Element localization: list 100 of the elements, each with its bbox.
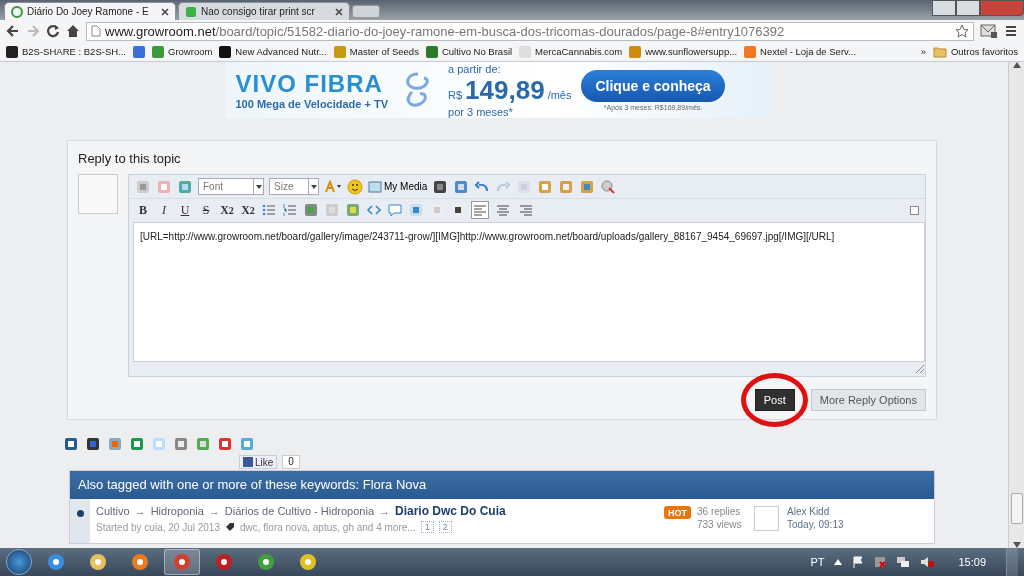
browser-tab[interactable]: Diário Do Joey Ramone - E (4, 2, 176, 20)
app-icon[interactable] (298, 552, 318, 572)
avatar-placeholder (754, 506, 779, 531)
binoculars-icon[interactable] (432, 178, 449, 195)
size-dropdown[interactable]: Size (269, 178, 319, 195)
panel-title: Reply to this topic (78, 151, 182, 166)
quote-icon[interactable] (387, 202, 403, 218)
italic-button[interactable]: I (156, 202, 172, 218)
star-icon[interactable] (955, 24, 969, 38)
folder-icon[interactable] (88, 552, 108, 572)
align-left-button[interactable] (471, 201, 489, 219)
numbered-list-icon[interactable] (282, 202, 298, 218)
home-icon[interactable] (66, 24, 80, 38)
close-icon[interactable] (335, 7, 343, 16)
bookmark[interactable]: Growroom (152, 45, 213, 58)
avatar-placeholder (78, 174, 118, 214)
start-button[interactable] (6, 549, 32, 575)
paste-text-icon[interactable] (558, 178, 575, 195)
minimize-button[interactable] (932, 0, 956, 16)
bookmark[interactable]: B2S-SHARE : B2S-SH... (6, 45, 126, 58)
bookmark[interactable]: Nextel - Loja de Serv... (744, 45, 857, 58)
underline-button[interactable]: U (177, 202, 193, 218)
language-indicator[interactable]: PT (810, 556, 825, 568)
link-icon[interactable] (303, 202, 319, 218)
post-button[interactable]: Post (754, 389, 795, 411)
more-bookmarks-button[interactable]: » (920, 46, 926, 57)
new-tab-button[interactable] (352, 5, 380, 18)
bookmark-icon[interactable] (133, 45, 145, 58)
topic-title-link[interactable]: Diario Dwc Do Cuia (395, 504, 506, 518)
tag-icon (225, 522, 235, 532)
topic-tags: dwc, flora nova, aptus, gh and 4 more... (240, 521, 416, 533)
breadcrumb-link[interactable]: Cultivo (96, 505, 130, 517)
share-icon[interactable] (85, 436, 101, 452)
collapse-button[interactable] (910, 205, 919, 215)
back-icon[interactable] (6, 24, 20, 38)
bookmark[interactable]: www.sunflowersupp... (629, 45, 738, 58)
paste-icon[interactable] (537, 178, 554, 195)
app-icon[interactable] (214, 552, 234, 572)
browser-tab[interactable]: Nao consigo tirar print scr (178, 2, 350, 20)
media-player-icon[interactable] (130, 552, 150, 572)
volume-icon[interactable] (920, 556, 935, 568)
plus-one-icon[interactable] (217, 436, 233, 452)
scrollbar[interactable] (1008, 62, 1024, 548)
network-icon[interactable] (896, 556, 911, 568)
breadcrumb-link[interactable]: Hidroponia (150, 505, 204, 517)
like-button[interactable]: Like (239, 455, 278, 469)
address-bar[interactable]: www.growroom.net/board/topic/51582-diario-do-joey-ramone-em-busca-dos-tricomas-dourados/page-8#entry1076392 (86, 21, 974, 41)
share-icon[interactable] (63, 436, 79, 452)
spellcheck-icon[interactable] (600, 178, 617, 195)
resize-grip-icon[interactable] (913, 362, 925, 374)
tray-expand-icon[interactable] (834, 559, 843, 565)
bookmark[interactable]: Master of Seeds (333, 45, 419, 58)
section-header: Also tagged with one or more of these keywords: Flora Nova (70, 471, 934, 499)
bookmark[interactable]: Cultivo No Brasil (425, 45, 513, 58)
bookmark[interactable]: New Advanced Nutr... (219, 45, 327, 58)
maximize-button[interactable] (956, 0, 980, 16)
app-icon[interactable] (256, 552, 276, 572)
indent-icon[interactable] (450, 202, 466, 218)
thumb-icon (243, 457, 253, 467)
browser-icon[interactable] (46, 552, 66, 572)
breadcrumb-separator: → (134, 505, 146, 517)
ad-from: a partir de: (448, 62, 502, 75)
last-poster-link[interactable]: Alex Kidd (787, 506, 844, 517)
close-icon[interactable] (161, 7, 169, 16)
ad-period: por 3 meses* (448, 105, 514, 118)
my-media-button[interactable]: My Media (368, 179, 428, 194)
image-icon[interactable] (345, 202, 361, 218)
caret-icon (255, 184, 262, 189)
mail-icon[interactable] (980, 23, 998, 39)
source-icon[interactable] (135, 178, 151, 195)
security-icon[interactable] (874, 556, 887, 568)
reload-icon[interactable] (46, 24, 60, 38)
topic-meta: Started by cuia, 20 Jul 2013 (96, 521, 220, 533)
breadcrumb-link[interactable]: Diários de Cultivo - Hidroponia (224, 505, 374, 517)
flag-icon[interactable] (852, 556, 865, 568)
print-icon[interactable] (173, 436, 189, 452)
bookmark[interactable]: MercaCannabis.com (519, 45, 623, 58)
download-icon[interactable] (195, 436, 211, 452)
more-reply-options-button[interactable]: More Reply Options (810, 389, 926, 411)
page-link[interactable]: 1 (420, 521, 434, 533)
text-color-icon[interactable] (324, 178, 342, 195)
page-link[interactable]: 2 (438, 521, 452, 533)
eraser-icon[interactable] (156, 178, 172, 195)
ad-cta-button[interactable]: Clique e conheça (581, 69, 725, 102)
strikethrough-button[interactable]: S (198, 202, 214, 218)
page-icon (91, 25, 101, 37)
smiley-icon[interactable] (347, 178, 363, 195)
bullet-list-icon[interactable] (261, 202, 277, 218)
twitter-icon[interactable] (408, 202, 424, 218)
font-dropdown[interactable]: Font (198, 178, 264, 195)
bookmark-folder[interactable]: Outros favoritos (932, 45, 1018, 58)
site-icon (11, 5, 23, 18)
image-icon[interactable] (177, 178, 193, 195)
breadcrumb-separator: → (208, 505, 220, 517)
scrollbar-thumb[interactable] (1010, 493, 1023, 524)
menu-icon[interactable] (1004, 24, 1018, 38)
editor-text-area[interactable]: [URL=http://www.growroom.net/board/gallery/image/243711-grow/][IMG]http://www.growroom.net/board/uploads/gallery_88167_9454_69697.jpg[/IMG][/URL] (133, 222, 925, 362)
browser-icon[interactable] (172, 552, 192, 572)
bold-button[interactable]: B (135, 202, 151, 218)
paste-word-icon[interactable] (579, 178, 596, 195)
